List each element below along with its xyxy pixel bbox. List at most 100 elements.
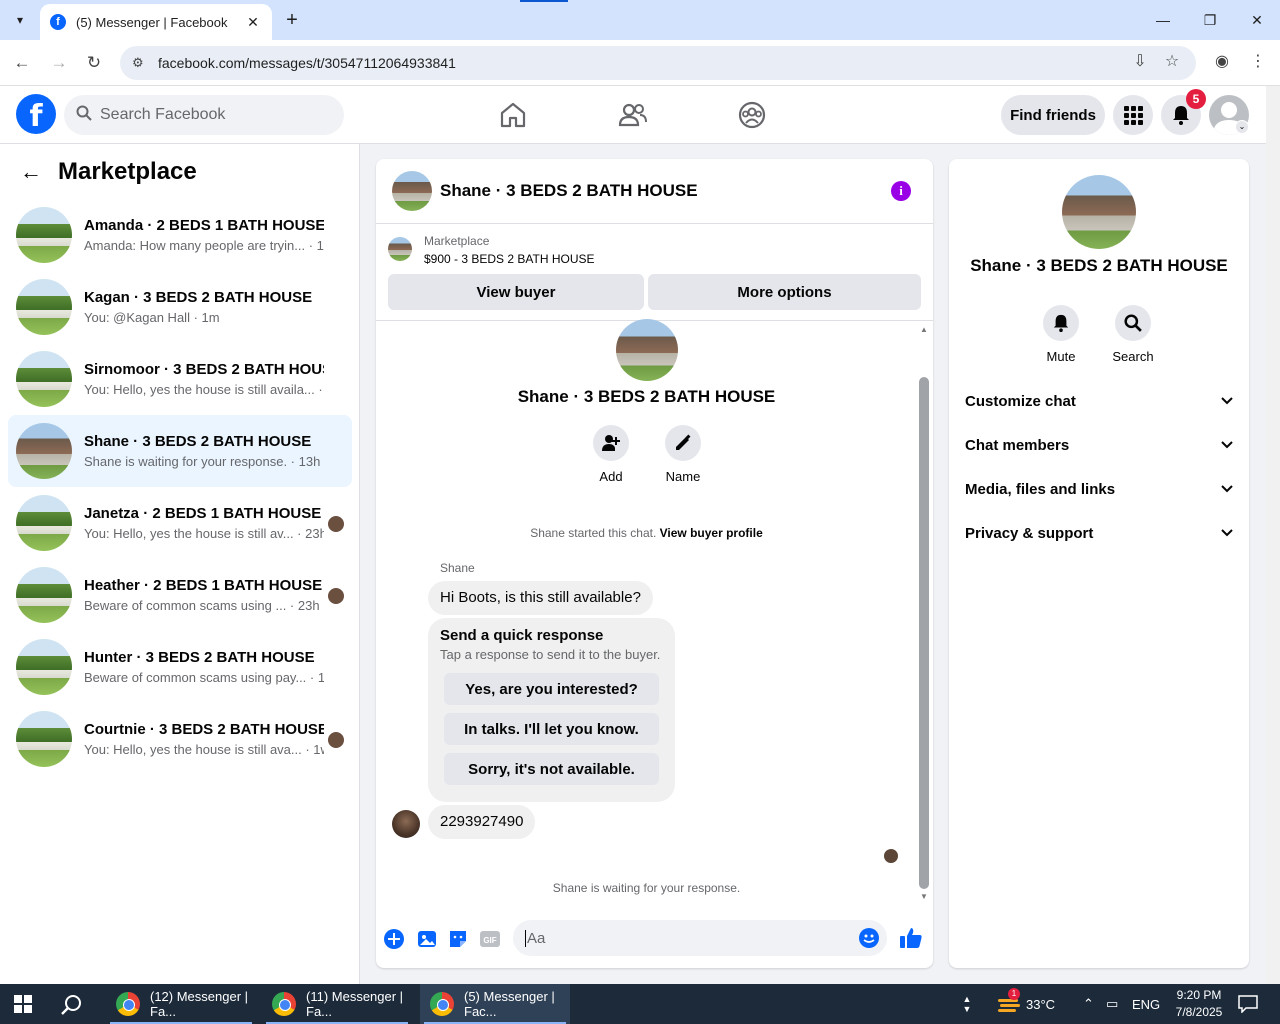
facebook-search-input[interactable]: Search Facebook (64, 95, 344, 135)
sticker-icon[interactable] (447, 928, 469, 950)
find-friends-button[interactable]: Find friends (1001, 95, 1105, 135)
conversation-text: Kagan · 3 BEDS 2 BATH HOUSE You: @Kagan H… (84, 289, 324, 325)
taskbar-search-icon[interactable] (60, 993, 84, 1017)
taskbar-clock[interactable]: 9:20 PM 7/8/2025 (1160, 987, 1238, 1021)
omnibox[interactable]: ⚙ facebook.com/messages/t/30547112064933… (120, 46, 1196, 80)
profile-icon[interactable]: ◉ (1210, 51, 1234, 71)
sender-avatar[interactable] (392, 810, 420, 838)
media-files-links-row[interactable]: Media, files and links (965, 474, 1233, 504)
conversation-item[interactable]: Janetza · 2 BEDS 1 BATH HOUSE You: Hello,… (8, 487, 352, 559)
home-icon[interactable] (498, 100, 528, 130)
conversation-item[interactable]: Courtnie · 3 BEDS 2 BATH HOUSE You: Hello… (8, 703, 352, 775)
add-people-action[interactable]: Add (583, 425, 639, 484)
chat-members-row[interactable]: Chat members (965, 430, 1233, 460)
name-chat-action[interactable]: Name (655, 425, 711, 484)
conversation-name: Shane · 3 BEDS 2 BATH HOUSE (84, 433, 312, 450)
weather-widget[interactable]: 1 33°C (996, 984, 1055, 1024)
back-button[interactable]: ← (9, 50, 35, 76)
seen-indicator-avatar (884, 849, 898, 863)
account-chevron-down-icon[interactable]: ⌄ (1235, 120, 1249, 134)
media-files-links-label: Media, files and links (965, 480, 1116, 498)
tab-drag-indicator (520, 0, 568, 2)
grid-icon (1124, 106, 1143, 125)
conversation-item[interactable]: Kagan · 3 BEDS 2 BATH HOUSE You: @Kagan H… (8, 271, 352, 343)
menu-grid-button[interactable] (1113, 95, 1153, 135)
conversation-name: Amanda · 2 BEDS 1 BATH HOUSE (84, 217, 324, 234)
plus-circle-icon[interactable] (383, 928, 405, 950)
conversation-item[interactable]: Sirnomoor · 3 BEDS 2 BATH HOUSE You: Hell… (8, 343, 352, 415)
language-indicator[interactable]: ENG (1132, 984, 1160, 1024)
network-icon[interactable]: ▭ (1106, 984, 1118, 1024)
conversation-text: Courtnie · 3 BEDS 2 BATH HOUSE You: Hello… (84, 721, 324, 757)
sidebar-header: ← Marketplace (20, 158, 197, 186)
forward-button[interactable]: → (46, 50, 72, 76)
listing-thumbnail[interactable] (388, 237, 412, 261)
mute-label: Mute (1046, 349, 1076, 364)
details-avatar[interactable] (1062, 175, 1136, 249)
clock-time: 9:20 PM (1176, 988, 1222, 1002)
close-window-button[interactable]: ✕ (1234, 6, 1280, 34)
windows-start-icon[interactable] (14, 995, 32, 1013)
message-bubble-phone[interactable]: 2293927490 (428, 805, 536, 839)
friends-icon[interactable] (618, 100, 648, 130)
quick-response-subtitle: Tap a response to send it to the buyer. (440, 647, 661, 662)
groups-icon[interactable] (737, 100, 767, 130)
chat-header-name[interactable]: Shane · 3 BEDS 2 BATH HOUSE (440, 181, 698, 201)
page-scrollbar[interactable] (1266, 86, 1280, 984)
conversation-item[interactable]: Amanda · 2 BEDS 1 BATH HOUSE Amanda: How … (8, 199, 352, 271)
quick-response-yes[interactable]: Yes, are you interested? (444, 673, 659, 705)
info-icon[interactable]: i (891, 181, 911, 201)
browser-tab[interactable]: f (5) Messenger | Facebook ✕ (40, 4, 272, 40)
message-bubble[interactable]: Hi Boots, is this still available? (428, 581, 653, 615)
notification-center-icon[interactable] (1238, 984, 1258, 1024)
tab-search-button[interactable]: ▾ (6, 6, 34, 34)
new-tab-button[interactable]: + (280, 8, 304, 32)
taskbar-chrome-window-3[interactable]: (5) Messenger | Fac... (420, 984, 570, 1024)
taskbar-scroll-arrows[interactable]: ▲ ▼ (960, 984, 974, 1024)
customize-chat-row[interactable]: Customize chat (965, 386, 1233, 416)
listing-title[interactable]: $900 - 3 BEDS 2 BATH HOUSE (424, 252, 595, 266)
customize-chat-label: Customize chat (965, 392, 1076, 410)
chat-scroll-thumb[interactable] (919, 377, 929, 889)
quick-response-in-talks[interactable]: In talks. I'll let you know. (444, 713, 659, 745)
privacy-support-row[interactable]: Privacy & support (965, 518, 1233, 548)
address-bar-row: ← → ↻ ⚙ facebook.com/messages/t/30547112… (0, 40, 1280, 86)
chat-started-notice: Shane started this chat. View buyer prof… (376, 526, 917, 540)
quick-response-not-available[interactable]: Sorry, it's not available. (444, 753, 659, 785)
more-options-button[interactable]: More options (648, 274, 921, 310)
site-info-icon[interactable]: ⚙ (132, 55, 150, 71)
message-input[interactable]: Aa (513, 920, 887, 956)
chat-header-avatar[interactable] (392, 171, 432, 211)
gif-icon[interactable]: GIF (479, 928, 501, 950)
search-in-chat-action[interactable]: Search (1103, 305, 1163, 364)
taskbar-chrome-window-2[interactable]: (11) Messenger | Fa... (262, 984, 412, 1024)
search-label: Search (1112, 349, 1154, 364)
minimize-button[interactable]: — (1140, 6, 1186, 34)
facebook-favicon-icon: f (50, 14, 66, 30)
scroll-down-icon[interactable]: ▼ (919, 892, 929, 901)
facebook-logo[interactable]: f (16, 94, 56, 134)
browser-menu-icon[interactable]: ⋮ (1246, 51, 1270, 71)
view-buyer-button[interactable]: View buyer (388, 274, 644, 310)
chevron-down-icon (1221, 482, 1233, 496)
photo-icon[interactable] (416, 928, 438, 950)
thumbs-up-icon[interactable] (899, 926, 922, 948)
conversation-item[interactable]: Hunter · 3 BEDS 2 BATH HOUSE Beware of co… (8, 631, 352, 703)
mute-action[interactable]: Mute (1031, 305, 1091, 364)
emoji-icon[interactable] (859, 928, 879, 948)
close-tab-icon[interactable]: ✕ (244, 14, 262, 31)
reload-button[interactable]: ↻ (81, 50, 107, 76)
quick-response-title: Send a quick response (440, 627, 604, 644)
conversation-hero-avatar[interactable] (616, 319, 678, 381)
conversation-item[interactable]: Shane · 3 BEDS 2 BATH HOUSE Shane is wait… (8, 415, 352, 487)
scroll-up-icon[interactable]: ▲ (919, 325, 929, 334)
install-app-icon[interactable]: ⇩ (1128, 51, 1152, 71)
restore-button[interactable]: ❐ (1187, 6, 1233, 34)
back-arrow-icon[interactable]: ← (20, 159, 42, 185)
taskbar-chrome-window-1[interactable]: (12) Messenger | Fa... (106, 984, 256, 1024)
bookmark-star-icon[interactable]: ☆ (1160, 51, 1184, 71)
conversation-item[interactable]: Heather · 2 BEDS 1 BATH HOUSE Beware of c… (8, 559, 352, 631)
view-buyer-profile-link[interactable]: View buyer profile (660, 526, 763, 540)
show-hidden-icons-chevron-up-icon[interactable]: ⌃ (1083, 984, 1094, 1024)
pencil-icon (665, 425, 701, 461)
